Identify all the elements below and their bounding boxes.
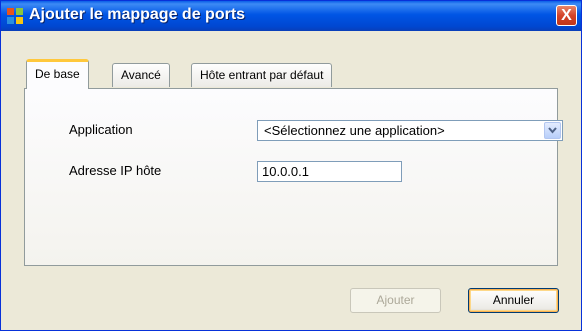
close-button[interactable]: X [556, 5, 577, 26]
window-title: Ajouter le mappage de ports [29, 6, 246, 23]
add-button[interactable]: Ajouter [350, 288, 441, 313]
application-select[interactable]: <Sélectionnez une application> [257, 120, 563, 141]
tab-hote-entrant-label: Hôte entrant par défaut [200, 68, 324, 82]
application-label: Application [69, 122, 133, 137]
dialog-window: Ajouter le mappage de ports X De base Av… [0, 0, 582, 331]
ip-address-input[interactable]: 10.0.0.1 [257, 161, 402, 182]
tab-de-base[interactable]: De base [26, 59, 89, 89]
application-select-value: <Sélectionnez une application> [264, 123, 445, 138]
title-bar[interactable]: Ajouter le mappage de ports X [1, 1, 581, 31]
cancel-button[interactable]: Annuler [468, 288, 559, 313]
tab-de-base-label: De base [35, 67, 80, 81]
tab-avance-label: Avancé [121, 68, 161, 82]
app-icon [7, 8, 23, 24]
tab-avance[interactable]: Avancé [112, 63, 170, 87]
tab-hote-entrant[interactable]: Hôte entrant par défaut [191, 63, 333, 87]
chevron-down-icon[interactable] [544, 122, 561, 139]
ip-address-label: Adresse IP hôte [69, 163, 162, 178]
